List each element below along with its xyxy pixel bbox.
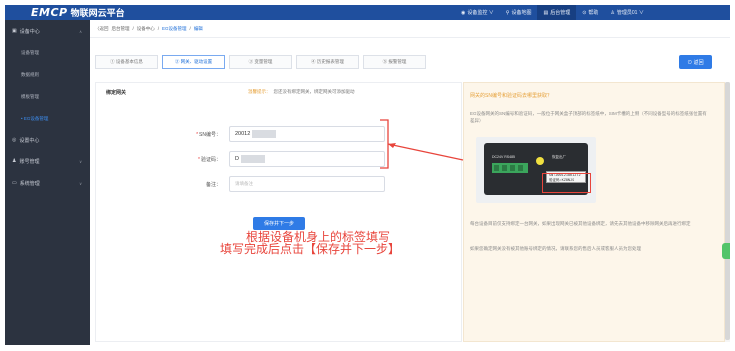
bind-gateway-panel: 绑定网关 温馨提示： 您还没有绑定网关，绑定网关可添加驱动 *SN编号： 2001…	[95, 82, 462, 342]
map-icon: ⚲	[505, 9, 510, 16]
system-mgmt-icon: ▭	[12, 180, 17, 186]
remark-row: 备注： 请填备注	[176, 176, 385, 192]
terminal-block	[492, 163, 528, 173]
sidebar-item-account-mgmt[interactable]: ♟ 账号管理 ∨	[5, 150, 90, 172]
sidebar-item-system-mgmt[interactable]: ▭ 系统管理 ∨	[5, 172, 90, 194]
breadcrumb: 〈返回 后台管理 / 设备中心 / EG设备管理 / 编辑	[90, 20, 730, 38]
return-button[interactable]: ⊙ 返回	[679, 55, 712, 69]
scrollbar-thumb[interactable]	[725, 82, 730, 340]
sidebar-subitem-data-rules[interactable]: 数据规则	[5, 64, 90, 86]
breadcrumb-current: 编辑	[193, 25, 203, 31]
tab-step-5[interactable]: ⑤ 报警管理	[363, 55, 426, 69]
help-paragraph: EG设备网关的SN编号和验证码，一般位于网关盒子顶部的标签纸中，SIM卡槽的上侧…	[470, 111, 707, 123]
topnav-item[interactable]: ◉ 设备监控 ∨	[455, 5, 500, 20]
chevron-down-icon: ∨	[79, 180, 82, 186]
chevron-down-icon: ∨	[79, 158, 82, 164]
breadcrumb-separator: /	[189, 26, 191, 31]
gateway-photo: DC24V RS485 恢复出厂 SN:200121861272 验证码:KZ8…	[476, 137, 596, 203]
help-paragraph: 每台设备目前仅支持绑定一台网关，如果出现网关已被其他设备绑定，请先去其他设备中移…	[470, 221, 691, 226]
brand-logo[interactable]: EMCP 物联网云平台	[31, 6, 125, 19]
sn-label: *SN编号：	[196, 131, 221, 138]
monitor-icon: ◉	[461, 9, 466, 16]
user-icon: ♙	[610, 9, 615, 16]
top-bar: EMCP 物联网云平台 ◉ 设备监控 ∨ ⚲ 设备地图 ▤ 后台管理 ⊙ 帮助 ♙ 管理员01 ∨	[5, 5, 730, 20]
sidebar-item-label: 系统管理	[19, 180, 40, 187]
help-panel: 网关的SN编号和验证码去哪里获取？ EG设备网关的SN编号和验证码，一般位于网关…	[463, 82, 725, 342]
code-row: *验证码： D	[176, 151, 385, 167]
sidebar-item-label: 设备中心	[19, 28, 40, 35]
top-nav: ◉ 设备监控 ∨ ⚲ 设备地图 ▤ 后台管理 ⊙ 帮助 ♙ 管理员01 ∨	[455, 5, 650, 20]
sidebar-item-settings-center[interactable]: ◎ 设置中心	[5, 130, 90, 150]
topnav-item[interactable]: ♙ 管理员01 ∨	[604, 5, 649, 20]
warning-hint: 温馨提示： 您还没有绑定网关，绑定网关可添加驱动	[248, 89, 355, 95]
help-paragraph: 如果您确定网关没有被其他账号绑定的情况，请联系您的售后人员或客服人员为您处理	[470, 246, 641, 251]
tab-step-3[interactable]: ③ 变量管理	[229, 55, 292, 69]
step-tabs: ① 设备基本信息 ② 网关、驱动设置 ③ 变量管理 ④ 历史报表管理 ⑤ 报警管理	[95, 55, 430, 69]
warning-label: 温馨提示：	[248, 89, 271, 94]
redacted-block	[252, 130, 277, 138]
sidebar-subitem-device-mgmt[interactable]: 设备管理	[5, 42, 90, 64]
sidebar: ▣ 设备中心 ∧ 设备管理 数据规则 模板管理 • EG设备管理 ◎ 设置中心 …	[5, 20, 90, 345]
remark-label: 备注：	[205, 181, 221, 188]
topnav-label: 帮助	[588, 10, 599, 16]
topnav-label: 后台管理	[550, 10, 571, 16]
code-label: *验证码：	[198, 156, 221, 163]
logo-mark: EMCP	[31, 6, 68, 19]
tab-step-2[interactable]: ② 网关、驱动设置	[162, 55, 225, 69]
settings-center-icon: ◎	[12, 137, 17, 143]
topnav-label: 管理员01 ∨	[616, 10, 644, 16]
user-mgmt-icon: ♟	[12, 158, 17, 164]
remark-input[interactable]: 请填备注	[229, 176, 385, 192]
sn-row: *SN编号： 20012	[176, 126, 385, 142]
highlight-box	[542, 173, 591, 193]
sidebar-item-device-center[interactable]: ▣ 设备中心 ∧	[5, 20, 90, 42]
admin-icon: ▤	[543, 9, 549, 16]
breadcrumb-item[interactable]: EG设备管理	[162, 26, 187, 32]
chevron-up-icon: ∧	[79, 28, 82, 34]
tab-step-1[interactable]: ① 设备基本信息	[95, 55, 158, 69]
warning-text: 您还没有绑定网关，绑定网关可添加驱动	[273, 89, 355, 94]
topnav-item[interactable]: ▤ 后台管理	[537, 5, 577, 20]
breadcrumb-separator: /	[157, 26, 160, 31]
topnav-item[interactable]: ⚲ 设备地图	[500, 5, 538, 20]
reset-label: 恢复出厂	[552, 155, 566, 159]
topnav-item[interactable]: ⊙ 帮助	[576, 5, 604, 20]
sidebar-item-label: 账号管理	[19, 158, 40, 165]
breadcrumb-separator: /	[132, 26, 134, 31]
scrollbar[interactable]	[725, 82, 730, 342]
topnav-label: 设备地图	[511, 10, 532, 16]
tab-step-4[interactable]: ④ 历史报表管理	[296, 55, 359, 69]
sn-input[interactable]: 20012	[229, 126, 385, 142]
help-title: 网关的SN编号和验证码去哪里获取？	[470, 93, 552, 99]
reset-button-icon	[536, 157, 544, 165]
floating-service-tab[interactable]	[722, 243, 730, 259]
port-label: DC24V RS485	[492, 155, 515, 159]
sidebar-item-label: 设置中心	[19, 137, 40, 144]
back-link[interactable]: 〈返回	[95, 26, 109, 32]
annotation-click-save: 填写完成后点击【保存并下一步】	[220, 242, 401, 256]
app-title: 物联网云平台	[70, 9, 125, 19]
breadcrumb-item[interactable]: 后台管理	[112, 26, 130, 32]
breadcrumb-item[interactable]: 设备中心	[137, 26, 155, 32]
topnav-label: 设备监控 ∨	[467, 10, 494, 16]
redacted-block	[240, 155, 265, 163]
panel-title: 绑定网关	[106, 90, 127, 96]
code-input[interactable]: D	[229, 151, 385, 167]
help-icon: ⊙	[582, 9, 587, 16]
sidebar-subitem-template-mgmt[interactable]: 模板管理	[5, 86, 90, 108]
sidebar-subitem-eg-device-mgmt[interactable]: • EG设备管理	[5, 108, 90, 130]
device-center-icon: ▣	[12, 28, 17, 34]
